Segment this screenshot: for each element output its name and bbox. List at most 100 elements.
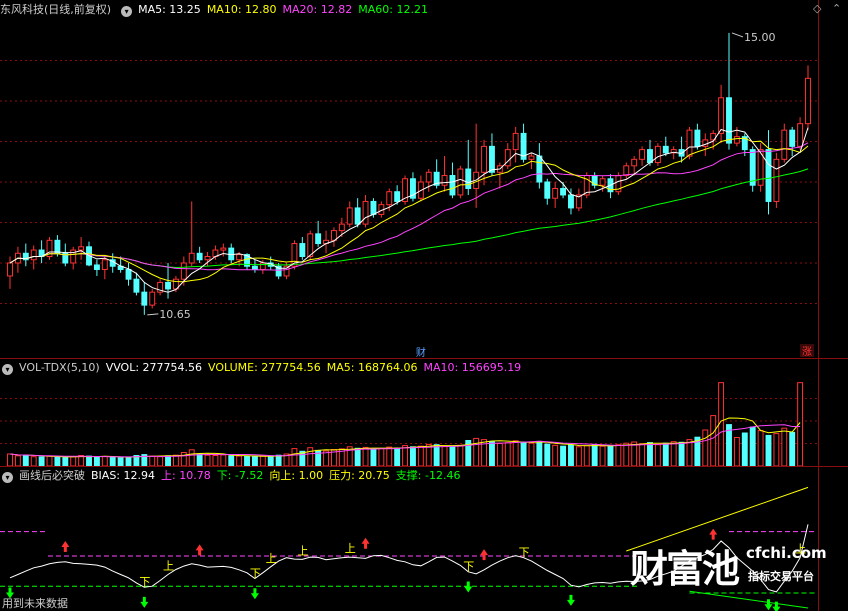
buy-signal-arrow	[140, 596, 149, 608]
chart-title: 东风科技(日线,前复权)	[0, 3, 112, 16]
candle-down	[449, 175, 456, 196]
diamond-icon[interactable]: ◇	[813, 2, 821, 15]
volume-bar	[528, 442, 535, 467]
candle-down	[196, 252, 203, 261]
volume-bar	[46, 455, 53, 467]
up-label: 上	[297, 544, 308, 557]
volume-bar	[220, 454, 227, 467]
candle-down	[465, 168, 472, 189]
ma60-value: MA60: 12.21	[358, 3, 428, 16]
volume-bar	[662, 442, 669, 467]
volume-bar	[275, 454, 282, 467]
volume-bar	[402, 445, 408, 467]
candle-up	[188, 252, 195, 264]
candle-down	[765, 149, 772, 202]
volume-bar	[259, 455, 266, 467]
panel-divider	[0, 358, 848, 359]
volume-bar	[560, 445, 567, 467]
candle-down	[394, 191, 401, 202]
volume-bar	[236, 455, 243, 467]
low-price-label: 10.65	[159, 308, 191, 321]
volume-bar	[773, 433, 780, 467]
watermark-sub: 指标交易平台	[748, 570, 814, 583]
volume-bar	[117, 457, 124, 467]
candle-down	[568, 194, 574, 209]
candle-down	[544, 181, 551, 199]
candle-up	[512, 132, 519, 151]
candle-down	[315, 233, 322, 245]
volume-bar	[14, 455, 21, 467]
bias-value: BIAS: 12.94	[91, 469, 155, 482]
buy-signal-arrow	[250, 588, 259, 600]
support-value: 支撑: -12.46	[395, 469, 461, 482]
lower-value: 下: -7.52	[216, 469, 264, 482]
candle-down	[125, 268, 132, 280]
volume-value: VOLUME: 277754.56	[208, 361, 321, 374]
upper-value: 上: 10.78	[161, 469, 211, 482]
volume-bar	[496, 443, 503, 467]
up-label: 上	[345, 542, 356, 555]
chevron-down-icon[interactable]: ▾	[2, 364, 13, 375]
buy-signal-arrow	[764, 599, 773, 611]
candle-up	[330, 230, 337, 241]
volume-bar	[410, 446, 416, 467]
down-label: 下	[463, 560, 474, 573]
candle-down	[251, 265, 258, 270]
resistance-value: 压力: 20.75	[329, 469, 390, 482]
volume-bar	[568, 444, 574, 467]
up-label: 上	[266, 552, 277, 565]
candle-up	[686, 129, 693, 157]
volume-bar	[54, 456, 61, 467]
candle-up	[220, 247, 227, 251]
volume-bar	[386, 446, 393, 467]
candle-up	[338, 223, 345, 232]
vol-ma5-value: MA5: 168764.06	[326, 361, 418, 374]
candle-up	[362, 200, 369, 225]
volume-bar	[433, 444, 440, 467]
candle-up	[639, 149, 646, 160]
candle-up	[552, 187, 559, 199]
volume-bar	[599, 445, 606, 467]
volume-bar	[702, 429, 709, 467]
up-label: 上	[163, 559, 174, 572]
volume-bar	[583, 445, 590, 467]
candle-down	[228, 247, 235, 261]
volume-bar	[62, 457, 69, 467]
volume-bar	[38, 456, 45, 467]
candle-up	[781, 129, 788, 160]
down-label: 下	[250, 567, 261, 580]
candle-up	[733, 136, 740, 144]
volume-bar	[678, 441, 685, 467]
volume-bar	[654, 444, 661, 467]
candle-up	[773, 158, 780, 202]
candle-down	[93, 264, 100, 270]
candle-down	[370, 200, 377, 215]
candle-down	[354, 207, 361, 225]
vol-ma10-value: MA10: 156695.19	[423, 361, 522, 374]
chevron-down-icon[interactable]: ▾	[121, 6, 133, 17]
candle-up	[259, 262, 266, 270]
volume-bar	[789, 431, 796, 467]
volume-bar	[228, 455, 235, 467]
sell-signal-arrow	[195, 544, 204, 556]
candle-up	[180, 262, 187, 280]
chart-canvas: 15.0010.65财 涨上上上上上下下下下	[0, 31, 818, 611]
volume-bar	[741, 432, 748, 467]
ma5-value: MA5: 13.25	[138, 3, 201, 16]
volume-bar	[591, 443, 598, 467]
down-label: 下	[519, 546, 530, 559]
volume-bar	[196, 453, 203, 467]
volume-bar	[70, 456, 77, 467]
candle-down	[141, 291, 148, 306]
volume-bar	[7, 453, 13, 467]
volume-bar	[157, 456, 164, 467]
volume-bar	[291, 448, 298, 467]
candle-down	[789, 129, 796, 147]
volume-bar	[733, 437, 740, 467]
chevron-down-icon[interactable]: ▾	[2, 472, 13, 483]
buy-signal-arrow	[464, 581, 473, 593]
volume-bar	[370, 448, 377, 467]
sell-signal-arrow	[480, 549, 489, 561]
chevron-up-icon[interactable]: ⌃	[832, 2, 841, 15]
volume-bar	[165, 455, 171, 467]
